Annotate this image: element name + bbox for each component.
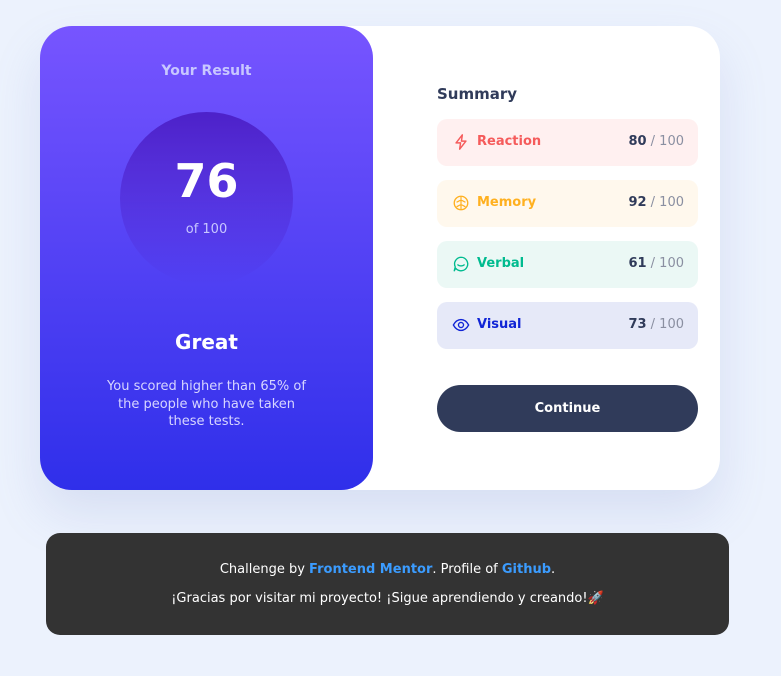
result-rating: Great: [175, 330, 238, 354]
summary-item-value: 73: [628, 317, 647, 332]
result-panel: Your Result 76 of 100 Great You scored h…: [40, 26, 373, 490]
rocket-icon: 🚀: [587, 591, 604, 606]
score-value: 76: [174, 154, 239, 208]
summary-item-value: 92: [628, 195, 647, 210]
summary-item-value: 80: [628, 134, 647, 149]
summary-item-verbal: Verbal 61 / 100: [437, 241, 698, 288]
summary-item-max: / 100: [646, 256, 684, 271]
eye-icon: [452, 318, 470, 332]
attribution-prefix: Challenge by: [219, 562, 310, 577]
thanks-message: ¡Gracias por visitar mi proyecto! ¡Sigue…: [46, 591, 729, 606]
summary-item-memory: Memory 92 / 100: [437, 180, 698, 227]
attribution-footer: Challenge by Frontend Mentor. Profile of…: [46, 533, 729, 635]
summary-item-score: 61 / 100: [628, 256, 684, 271]
result-title: Your Result: [161, 63, 252, 79]
brain-icon: [453, 195, 469, 211]
attribution-suffix: .: [551, 562, 556, 577]
summary-item-label: Reaction: [477, 134, 542, 149]
summary-item-score: 73 / 100: [628, 317, 684, 332]
result-description: You scored higher than 65% of the people…: [107, 379, 306, 430]
summary-item-label: Memory: [477, 195, 537, 210]
score-max-label: of 100: [185, 222, 228, 237]
attribution-middle: . Profile of: [432, 562, 502, 577]
summary-item-visual: Visual 73 / 100: [437, 302, 698, 349]
summary-item-max: / 100: [646, 134, 684, 149]
continue-button[interactable]: Continue: [437, 385, 698, 432]
summary-item-score: 80 / 100: [628, 134, 684, 149]
github-link[interactable]: Github: [502, 562, 551, 577]
frontend-mentor-link[interactable]: Frontend Mentor: [309, 562, 432, 577]
summary-title: Summary: [437, 85, 518, 103]
summary-item-reaction: Reaction 80 / 100: [437, 119, 698, 166]
attribution-line: Challenge by Frontend Mentor. Profile of…: [46, 562, 729, 577]
score-circle: 76 of 100: [120, 112, 293, 285]
speech-bubble-icon: [453, 256, 469, 272]
summary-item-value: 61: [628, 256, 647, 271]
results-card: Your Result 76 of 100 Great You scored h…: [40, 26, 720, 490]
lightning-icon: [455, 134, 467, 150]
thanks-text: ¡Gracias por visitar mi proyecto! ¡Sigue…: [171, 591, 588, 606]
summary-item-max: / 100: [646, 317, 684, 332]
summary-item-label: Verbal: [477, 256, 525, 271]
summary-item-max: / 100: [646, 195, 684, 210]
summary-item-label: Visual: [477, 317, 522, 332]
summary-item-score: 92 / 100: [628, 195, 684, 210]
